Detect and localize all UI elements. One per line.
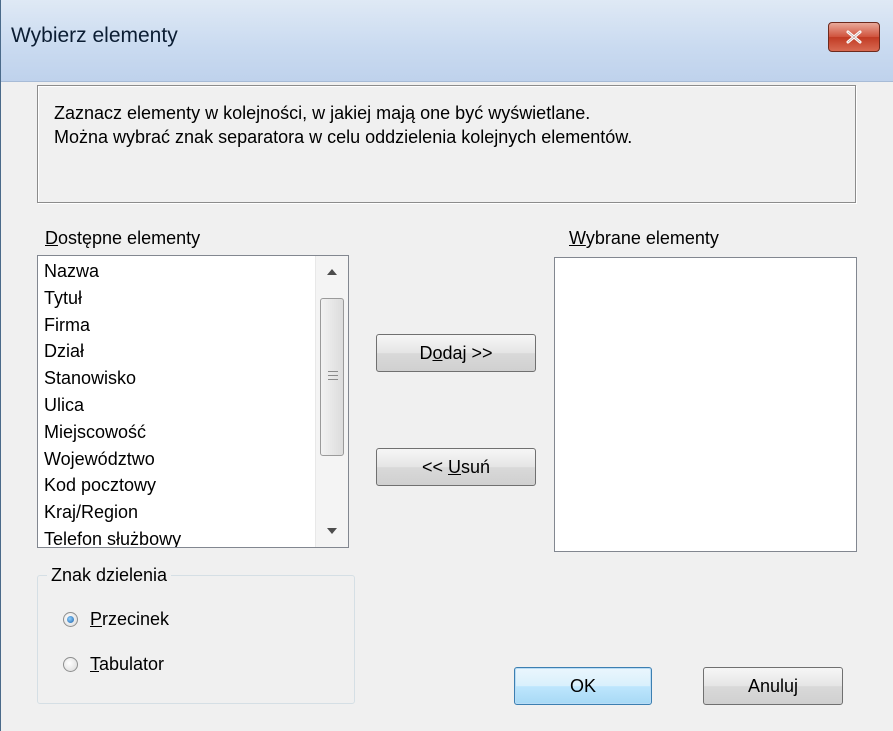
- ok-button[interactable]: OK: [514, 667, 652, 705]
- info-line-1: Zaznacz elementy w kolejności, w jakiej …: [54, 103, 591, 123]
- scroll-down-arrow[interactable]: [316, 515, 347, 547]
- info-panel: Zaznacz elementy w kolejności, w jakiej …: [37, 85, 856, 203]
- scroll-thumb[interactable]: [320, 298, 344, 456]
- available-elements-list[interactable]: Nazwa Tytuł Firma Dział Stanowisko Ulica Miejs…: [37, 255, 349, 548]
- list-scrollbar[interactable]: [315, 256, 348, 547]
- available-items-container: Nazwa Tytuł Firma Dział Stanowisko Ulica Miejs…: [38, 258, 316, 547]
- list-item[interactable]: Dział: [38, 338, 316, 365]
- grip-icon: [328, 371, 338, 380]
- title-bar[interactable]: Wybierz elementy: [1, 0, 893, 82]
- radio-comma[interactable]: Przecinek: [63, 609, 169, 630]
- list-item[interactable]: Nazwa: [38, 258, 316, 285]
- radio-button-icon[interactable]: [63, 657, 78, 672]
- separator-groupbox: [37, 575, 355, 704]
- radio-tab-label: Tabulator: [90, 654, 165, 674]
- remove-button[interactable]: << Usuń: [376, 448, 536, 486]
- close-icon: [846, 30, 862, 44]
- radio-button-icon[interactable]: [63, 612, 78, 627]
- cancel-button[interactable]: Anulu j: [703, 667, 843, 705]
- list-item[interactable]: Województwo: [38, 446, 316, 473]
- list-item[interactable]: Stanowisko: [38, 365, 316, 392]
- list-item[interactable]: Tytuł: [38, 285, 316, 312]
- selected-elements-label: Wybrane elementy: [569, 228, 719, 248]
- info-line-2: Można wybrać znak separatora w celu oddz…: [54, 127, 633, 147]
- list-item[interactable]: Ulica: [38, 392, 316, 419]
- list-item[interactable]: Firma: [38, 312, 316, 339]
- close-button[interactable]: [828, 22, 880, 52]
- chevron-down-icon: [326, 528, 337, 534]
- list-item[interactable]: Miejscowość: [38, 419, 316, 446]
- list-item[interactable]: Telefon służbowy: [38, 526, 316, 547]
- list-item[interactable]: Kraj/Region: [38, 499, 316, 526]
- scroll-up-arrow[interactable]: [316, 256, 347, 288]
- radio-comma-label: Przecinek: [90, 609, 170, 629]
- list-item[interactable]: Kod pocztowy: [38, 472, 316, 499]
- selected-elements-list[interactable]: [554, 257, 857, 552]
- window-title: Wybierz elementy: [11, 24, 178, 47]
- dialog-window: Wybierz elementy Zaznacz elementy w kole…: [0, 0, 893, 731]
- add-button[interactable]: Do daj >>: [376, 334, 536, 372]
- radio-tab[interactable]: Tabulator: [63, 654, 164, 675]
- available-elements-label: Dostępne elementy: [45, 228, 201, 248]
- chevron-up-icon: [326, 269, 337, 275]
- separator-group-title: Znak dzielenia: [47, 565, 172, 586]
